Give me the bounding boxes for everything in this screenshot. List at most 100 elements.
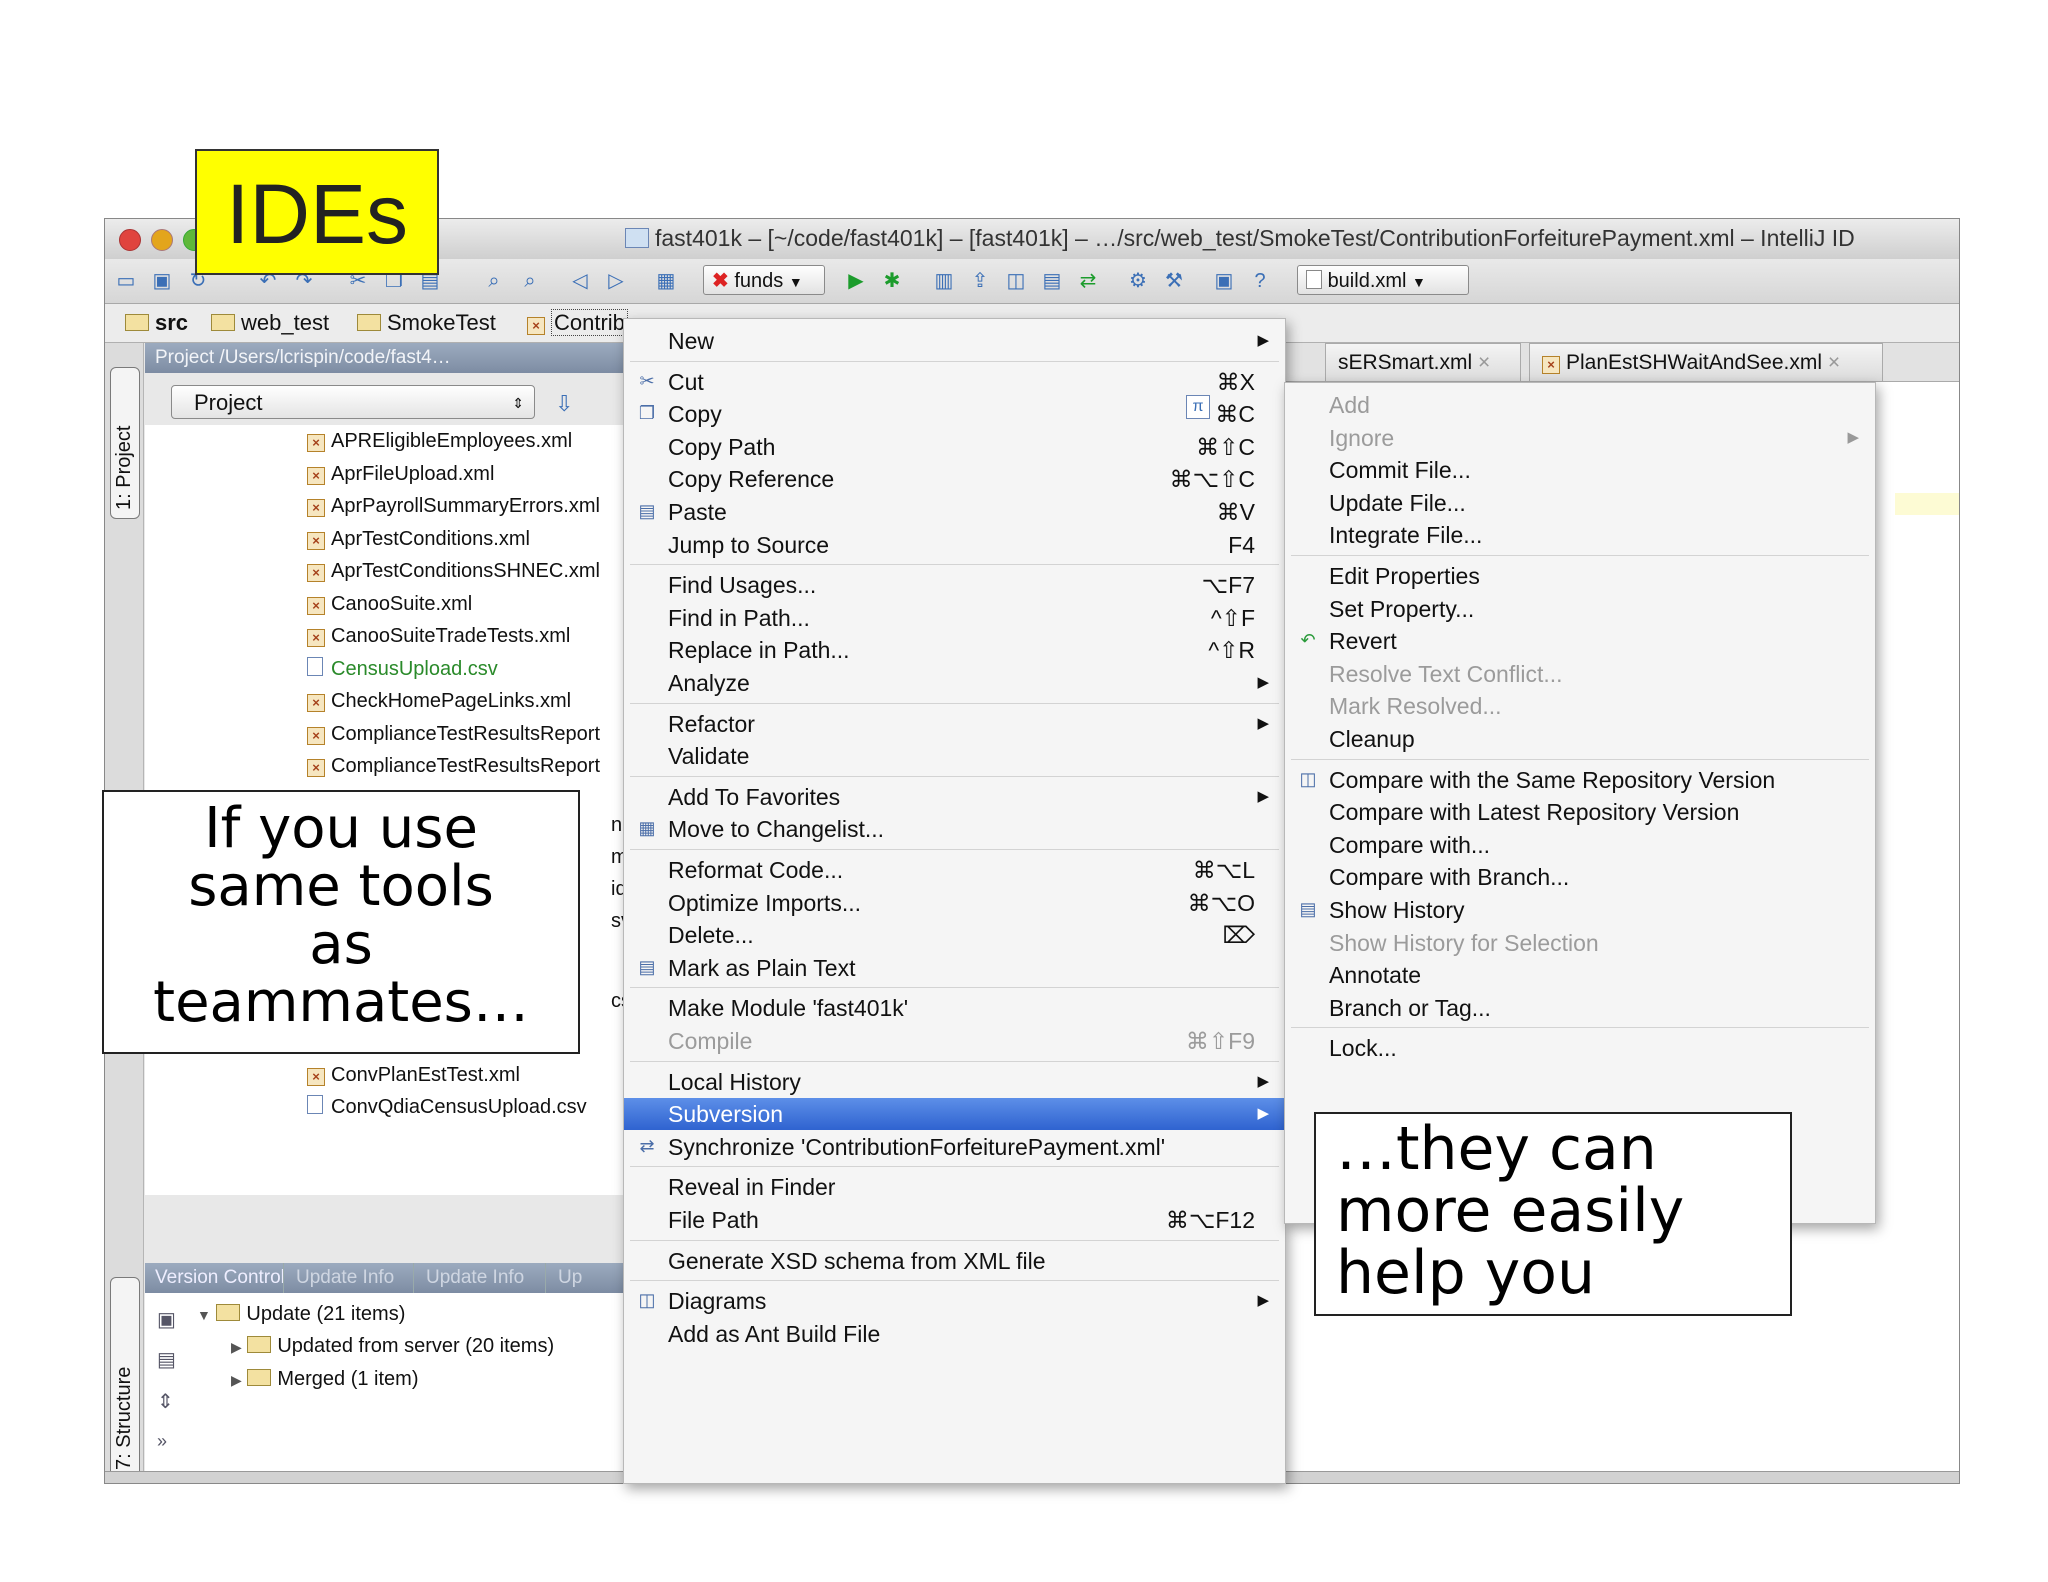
run-icon[interactable]: ▶	[843, 268, 869, 294]
vcs-history-icon[interactable]: ▤	[1039, 268, 1065, 294]
breadcrumb-src[interactable]: src	[125, 310, 188, 336]
vcs-commit-icon[interactable]: ⇪	[967, 268, 993, 294]
debug-icon[interactable]: ✱	[879, 268, 905, 294]
tree-row[interactable]: × CanooSuite.xml	[307, 588, 472, 620]
tree-row[interactable]: ▶ Updated from server (20 items)	[231, 1335, 554, 1358]
build-file-select[interactable]: build.xml ▼	[1297, 265, 1469, 295]
settings-icon[interactable]: ⚙	[1125, 268, 1151, 294]
tree-row[interactable]: × AprFileUpload.xml	[307, 458, 494, 490]
submenu-item[interactable]: Lock...	[1285, 1032, 1875, 1064]
project-view-select[interactable]: Project ⇕	[171, 385, 535, 419]
tree-row[interactable]: CensusUpload.csv	[307, 653, 498, 685]
expand-icon[interactable]: ⇕	[157, 1389, 174, 1414]
menu-item[interactable]: ⇄ Synchronize 'ContributionForfeiturePaym…	[624, 1131, 1285, 1163]
menu-item[interactable]: Delete... ⌦	[624, 919, 1285, 951]
close-window-button[interactable]	[119, 229, 141, 251]
menu-item[interactable]: Add as Ant Build File	[624, 1318, 1285, 1350]
tree-row[interactable]: × AprTestConditionsSHNEC.xml	[307, 555, 600, 587]
submenu-item[interactable]: Update File...	[1285, 487, 1875, 519]
menu-item[interactable]: Analyze ▶	[624, 667, 1285, 699]
submenu-item[interactable]: Compare with Branch...	[1285, 861, 1875, 893]
menu-item[interactable]: Optimize Imports... ⌘⌥O	[624, 887, 1285, 919]
close-icon[interactable]: ×	[1478, 351, 1490, 374]
tab-project[interactable]: 1: Project	[110, 367, 140, 519]
menu-item[interactable]: Validate	[624, 740, 1285, 772]
vcs-update-icon[interactable]: ▥	[931, 268, 957, 294]
tree-row[interactable]: × CheckHomePageLinks.xml	[307, 685, 571, 717]
menu-item[interactable]: ▤ Mark as Plain Text	[624, 952, 1285, 984]
editor-tab[interactable]: × PlanEstSHWaitAndSee.xml ×	[1529, 343, 1883, 381]
tab-update-info[interactable]: Up	[545, 1263, 594, 1293]
submenu-item[interactable]: Cleanup	[1285, 723, 1875, 755]
menu-item[interactable]: Copy Reference ⌘⌥⇧C	[624, 463, 1285, 495]
tab-update-info[interactable]: Update Info	[283, 1263, 406, 1293]
menu-item[interactable]: Subversion ▶	[624, 1098, 1285, 1131]
editor-tab[interactable]: sERSmart.xml ×	[1325, 343, 1521, 381]
submenu-item[interactable]: Resolve Text Conflict...	[1285, 658, 1875, 690]
close-icon[interactable]: ×	[1828, 351, 1840, 374]
menu-item[interactable]: Copy Path ⌘⇧C	[624, 431, 1285, 463]
menu-item[interactable]: ▦ Move to Changelist...	[624, 813, 1285, 845]
tab-update-info[interactable]: Update Info	[413, 1263, 536, 1293]
scroll-to-source-icon[interactable]: ⇩	[555, 391, 573, 417]
menu-item[interactable]: File Path ⌘⌥F12	[624, 1204, 1285, 1236]
submenu-item[interactable]: Annotate	[1285, 959, 1875, 991]
submenu-item[interactable]: Add	[1285, 389, 1875, 421]
tab-structure[interactable]: 7: Structure	[110, 1277, 140, 1479]
menu-item[interactable]: Replace in Path... ^⇧R	[624, 634, 1285, 666]
menu-item[interactable]: Local History ▶	[624, 1066, 1285, 1098]
submenu-item[interactable]: ▤ Show History	[1285, 894, 1875, 926]
tree-row[interactable]: ConvQdiaCensusUpload.csv	[307, 1091, 587, 1123]
menu-item[interactable]: ◫ Diagrams ▶	[624, 1285, 1285, 1317]
submenu-item[interactable]: Mark Resolved...	[1285, 690, 1875, 722]
submenu-item[interactable]: Integrate File...	[1285, 519, 1875, 551]
breadcrumb-smoketest[interactable]: SmokeTest	[357, 310, 496, 336]
breadcrumb-file[interactable]: × Contrib	[527, 309, 628, 336]
menu-item[interactable]: Find Usages... ⌥F7	[624, 569, 1285, 601]
submenu-item[interactable]: Compare with...	[1285, 829, 1875, 861]
menu-item[interactable]: Add To Favorites ▶	[624, 781, 1285, 813]
run-config-select[interactable]: ✖ funds ▼	[703, 265, 825, 295]
structure-icon[interactable]: ⚒	[1161, 268, 1187, 294]
tree-row[interactable]: ▼ Update (21 items)	[197, 1303, 405, 1326]
menu-item[interactable]: Make Module 'fast401k'	[624, 992, 1285, 1024]
menu-item[interactable]: Reformat Code... ⌘⌥L	[624, 854, 1285, 886]
tree-row[interactable]: × CanooSuiteTradeTests.xml	[307, 620, 570, 652]
menu-item[interactable]: Refactor ▶	[624, 708, 1285, 740]
menu-item[interactable]: Find in Path... ^⇧F	[624, 602, 1285, 634]
terminal-icon[interactable]: ▣	[1211, 268, 1237, 294]
submenu-item[interactable]: ◫ Compare with the Same Repository Versio…	[1285, 764, 1875, 796]
menu-item[interactable]: Reveal in Finder	[624, 1171, 1285, 1203]
submenu-item[interactable]: Branch or Tag...	[1285, 992, 1875, 1024]
menu-item[interactable]: Jump to Source F4	[624, 529, 1285, 561]
replace-icon[interactable]: ⌕	[517, 268, 543, 294]
tree-row[interactable]: × AprPayrollSummaryErrors.xml	[307, 490, 600, 522]
submenu-item[interactable]: Commit File...	[1285, 454, 1875, 486]
tree-row[interactable]: × AprTestConditions.xml	[307, 523, 530, 555]
submenu-item[interactable]: Edit Properties	[1285, 560, 1875, 592]
forward-icon[interactable]: ▷	[603, 268, 629, 294]
submenu-item[interactable]: Show History for Selection	[1285, 927, 1875, 959]
tree-row[interactable]: ▶ Merged (1 item)	[231, 1368, 419, 1391]
back-icon[interactable]: ◁	[567, 268, 593, 294]
vcs-revert-icon[interactable]: ⇄	[1075, 268, 1101, 294]
save-icon[interactable]: ▣	[149, 268, 175, 294]
tree-row[interactable]: × APREligibleEmployees.xml	[307, 425, 572, 457]
more-icon[interactable]: »	[157, 1431, 167, 1452]
submenu-item[interactable]: Ignore ▶	[1285, 422, 1875, 454]
help-icon[interactable]: ?	[1247, 268, 1273, 294]
menu-item[interactable]: ▤ Paste ⌘V	[624, 496, 1285, 528]
minimize-window-button[interactable]	[151, 229, 173, 251]
tree-row[interactable]: × ComplianceTestResultsReport	[307, 718, 600, 750]
menu-item[interactable]: Generate XSD schema from XML file	[624, 1245, 1285, 1277]
open-folder-icon[interactable]: ▭	[113, 268, 139, 294]
menu-item[interactable]: Compile ⌘⇧F9	[624, 1025, 1285, 1057]
tree-row[interactable]: × ComplianceTestResultsReport	[307, 750, 600, 782]
refresh-icon[interactable]: ▣	[157, 1307, 176, 1332]
submenu-item[interactable]: ↶ Revert	[1285, 625, 1875, 657]
menu-item[interactable]: ✂ Cut ⌘X	[624, 366, 1285, 398]
submenu-item[interactable]: Set Property...	[1285, 593, 1875, 625]
compile-icon[interactable]: ▦	[653, 268, 679, 294]
submenu-item[interactable]: Compare with Latest Repository Version	[1285, 796, 1875, 828]
menu-item[interactable]: New ▶	[624, 325, 1285, 357]
